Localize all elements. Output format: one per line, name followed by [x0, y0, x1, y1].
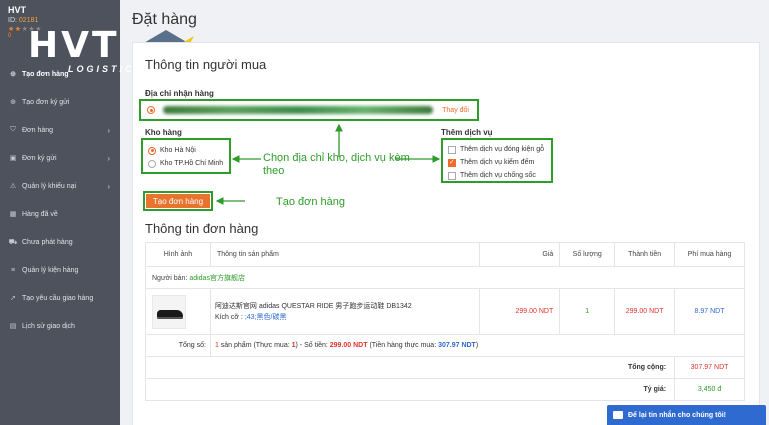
chevron-right-icon: ›: [107, 181, 110, 191]
total-real-money: 307.97 NDT: [438, 342, 476, 349]
user-id-label: ID:: [8, 17, 17, 24]
product-image[interactable]: [152, 294, 186, 329]
plus-circle-icon: ⊕: [10, 99, 16, 106]
sidebar-item-label: Quản lý khiếu nại: [22, 182, 77, 190]
sidebar-item-packages[interactable]: ≡ Quản lý kiện hàng: [0, 256, 120, 284]
seller-label: Người bán:: [152, 274, 188, 282]
grid-icon: ▦: [9, 211, 17, 218]
chevron-right-icon: ›: [107, 125, 110, 135]
col-header: Phí mua hàng: [674, 242, 745, 267]
total-row: Tổng số: 1 sản phẩm (Thực mua: 1) - Số t…: [145, 334, 746, 357]
cart-icon: ⛉: [10, 126, 16, 133]
sidebar-item-label: Hàng đã về: [22, 210, 58, 218]
sidebar-item-arrived[interactable]: ▦ Hàng đã về: [0, 200, 120, 228]
total-label: Tổng số:: [145, 334, 211, 357]
order-table: Hình ảnh Thông tin sản phẩm Giá Số lượng…: [144, 242, 746, 401]
total-money: 299.00 NDT: [329, 342, 368, 349]
product-size: Kích cỡ : ;43;黑色/碳黑: [215, 312, 479, 323]
sidebar-item-create-consignment[interactable]: ⊕ Tạo đơn ký gửi: [0, 88, 120, 116]
product-image-cell: [145, 288, 211, 335]
product-subtotal: 299.00 NDT: [614, 288, 676, 335]
sidebar-item-label: Tạo yêu cầu giao hàng: [22, 294, 94, 302]
seller-link[interactable]: adidas官方旗舰店: [189, 275, 245, 282]
sidebar-menu: ⊕ Tạo đơn hàng ⊕ Tạo đơn ký gửi ⛉ Đơn hàng ›…: [0, 60, 120, 340]
box-icon: ▣: [9, 155, 17, 162]
seller-cell: Người bán: adidas官方旗舰店: [145, 266, 745, 289]
sidebar-item-label: Lịch sử giao dịch: [22, 322, 75, 330]
product-price: 299.00 NDT: [479, 288, 561, 335]
grand-total-label: Tổng cộng:: [144, 356, 676, 379]
sidebar-item-consignments[interactable]: ▣ Đơn ký gửi ›: [0, 144, 120, 172]
user-id: ID: 02181: [8, 17, 42, 24]
truck-icon: ⛟: [8, 238, 18, 246]
col-header: Hình ảnh: [145, 242, 211, 267]
table-row: 阿迪达斯官网 adidas QUESTAR RIDE 男子跑步运动鞋 DB134…: [145, 288, 745, 335]
table-header: Hình ảnh Thông tin sản phẩm Giá Số lượng…: [145, 242, 745, 267]
user-id-value: 02181: [18, 17, 39, 24]
main-content: Đặt hàng Thông tin người mua Địa chỉ nhậ…: [120, 0, 769, 425]
col-header: Thành tiền: [614, 242, 676, 267]
rate-row: Tỷ giá: 3,450 đ: [144, 378, 745, 401]
sidebar-item-complaints[interactable]: ⚠ Quản lý khiếu nại ›: [0, 172, 120, 200]
list-icon: ≡: [10, 266, 16, 274]
history-icon: ▤: [9, 323, 17, 330]
sidebar-item-transactions[interactable]: ▤ Lịch sử giao dịch: [0, 312, 120, 340]
grand-total-value: 307.97 NDT: [674, 356, 745, 379]
total-text: (Tiền hàng thực mua:: [367, 342, 439, 349]
mail-icon: [613, 411, 623, 419]
order-card: Thông tin người mua Địa chỉ nhận hàng Th…: [132, 42, 760, 425]
shoe-sole: [157, 316, 183, 319]
sidebar-item-label: Chưa phát hàng: [22, 238, 73, 246]
chat-widget-button[interactable]: Để lại tin nhắn cho chúng tôi!: [607, 405, 766, 425]
col-header: Thông tin sản phẩm: [209, 242, 481, 267]
warning-icon: ⚠: [9, 183, 17, 190]
chevron-right-icon: ›: [107, 153, 110, 163]
sidebar-item-orders[interactable]: ⛉ Đơn hàng ›: [0, 116, 120, 144]
size-label: Kích cỡ :: [214, 313, 243, 321]
product-name[interactable]: 阿迪达斯官网 adidas QUESTAR RIDE 男子跑步运动鞋 DB134…: [215, 301, 479, 312]
product-quantity: 1: [559, 288, 616, 335]
order-section-title: Thông tin đơn hàng: [145, 221, 259, 236]
sidebar-item-delivery-request[interactable]: ➚ Tạo yêu cầu giao hàng: [0, 284, 120, 312]
chat-label: Để lại tin nhắn cho chúng tôi!: [628, 411, 726, 419]
rate-value: 3,450 đ: [674, 378, 745, 401]
rate-label: Tỷ giá:: [144, 378, 676, 401]
size-value: ;43;黑色/碳黑: [244, 313, 287, 321]
sidebar-item-label: Tạo đơn ký gửi: [22, 98, 70, 106]
sidebar-item-label: Quản lý kiện hàng: [22, 266, 79, 274]
total-summary: 1 sản phẩm (Thực mua: 1) - Số tiền: 299.…: [209, 334, 746, 357]
user-name: HVT: [8, 5, 26, 15]
plus-circle-icon: ⊕: [10, 71, 16, 78]
page-title: Đặt hàng: [132, 11, 197, 28]
seller-row: Người bán: adidas官方旗舰店: [145, 266, 745, 289]
logo-main-text: HVT: [28, 25, 120, 66]
product-fee: 8.97 NDT: [674, 288, 745, 335]
total-text: ): [475, 342, 479, 349]
annotation-arrows: [215, 123, 441, 205]
sidebar-item-not-shipped[interactable]: ⛟ Chưa phát hàng: [0, 228, 120, 256]
sidebar-item-label: Đơn hàng: [22, 126, 54, 134]
total-text: ) - Số tiền:: [295, 342, 330, 349]
col-header: Giá: [479, 242, 561, 267]
grand-total-row: Tổng cộng: 307.97 NDT: [144, 356, 745, 379]
sidebar-item-label: Đơn ký gửi: [22, 154, 57, 162]
total-text: sản phẩm (Thực mua:: [218, 342, 292, 349]
col-header: Số lượng: [559, 242, 616, 267]
send-icon: ➚: [10, 295, 16, 302]
product-info-cell: 阿迪达斯官网 adidas QUESTAR RIDE 男子跑步运动鞋 DB134…: [209, 288, 481, 335]
